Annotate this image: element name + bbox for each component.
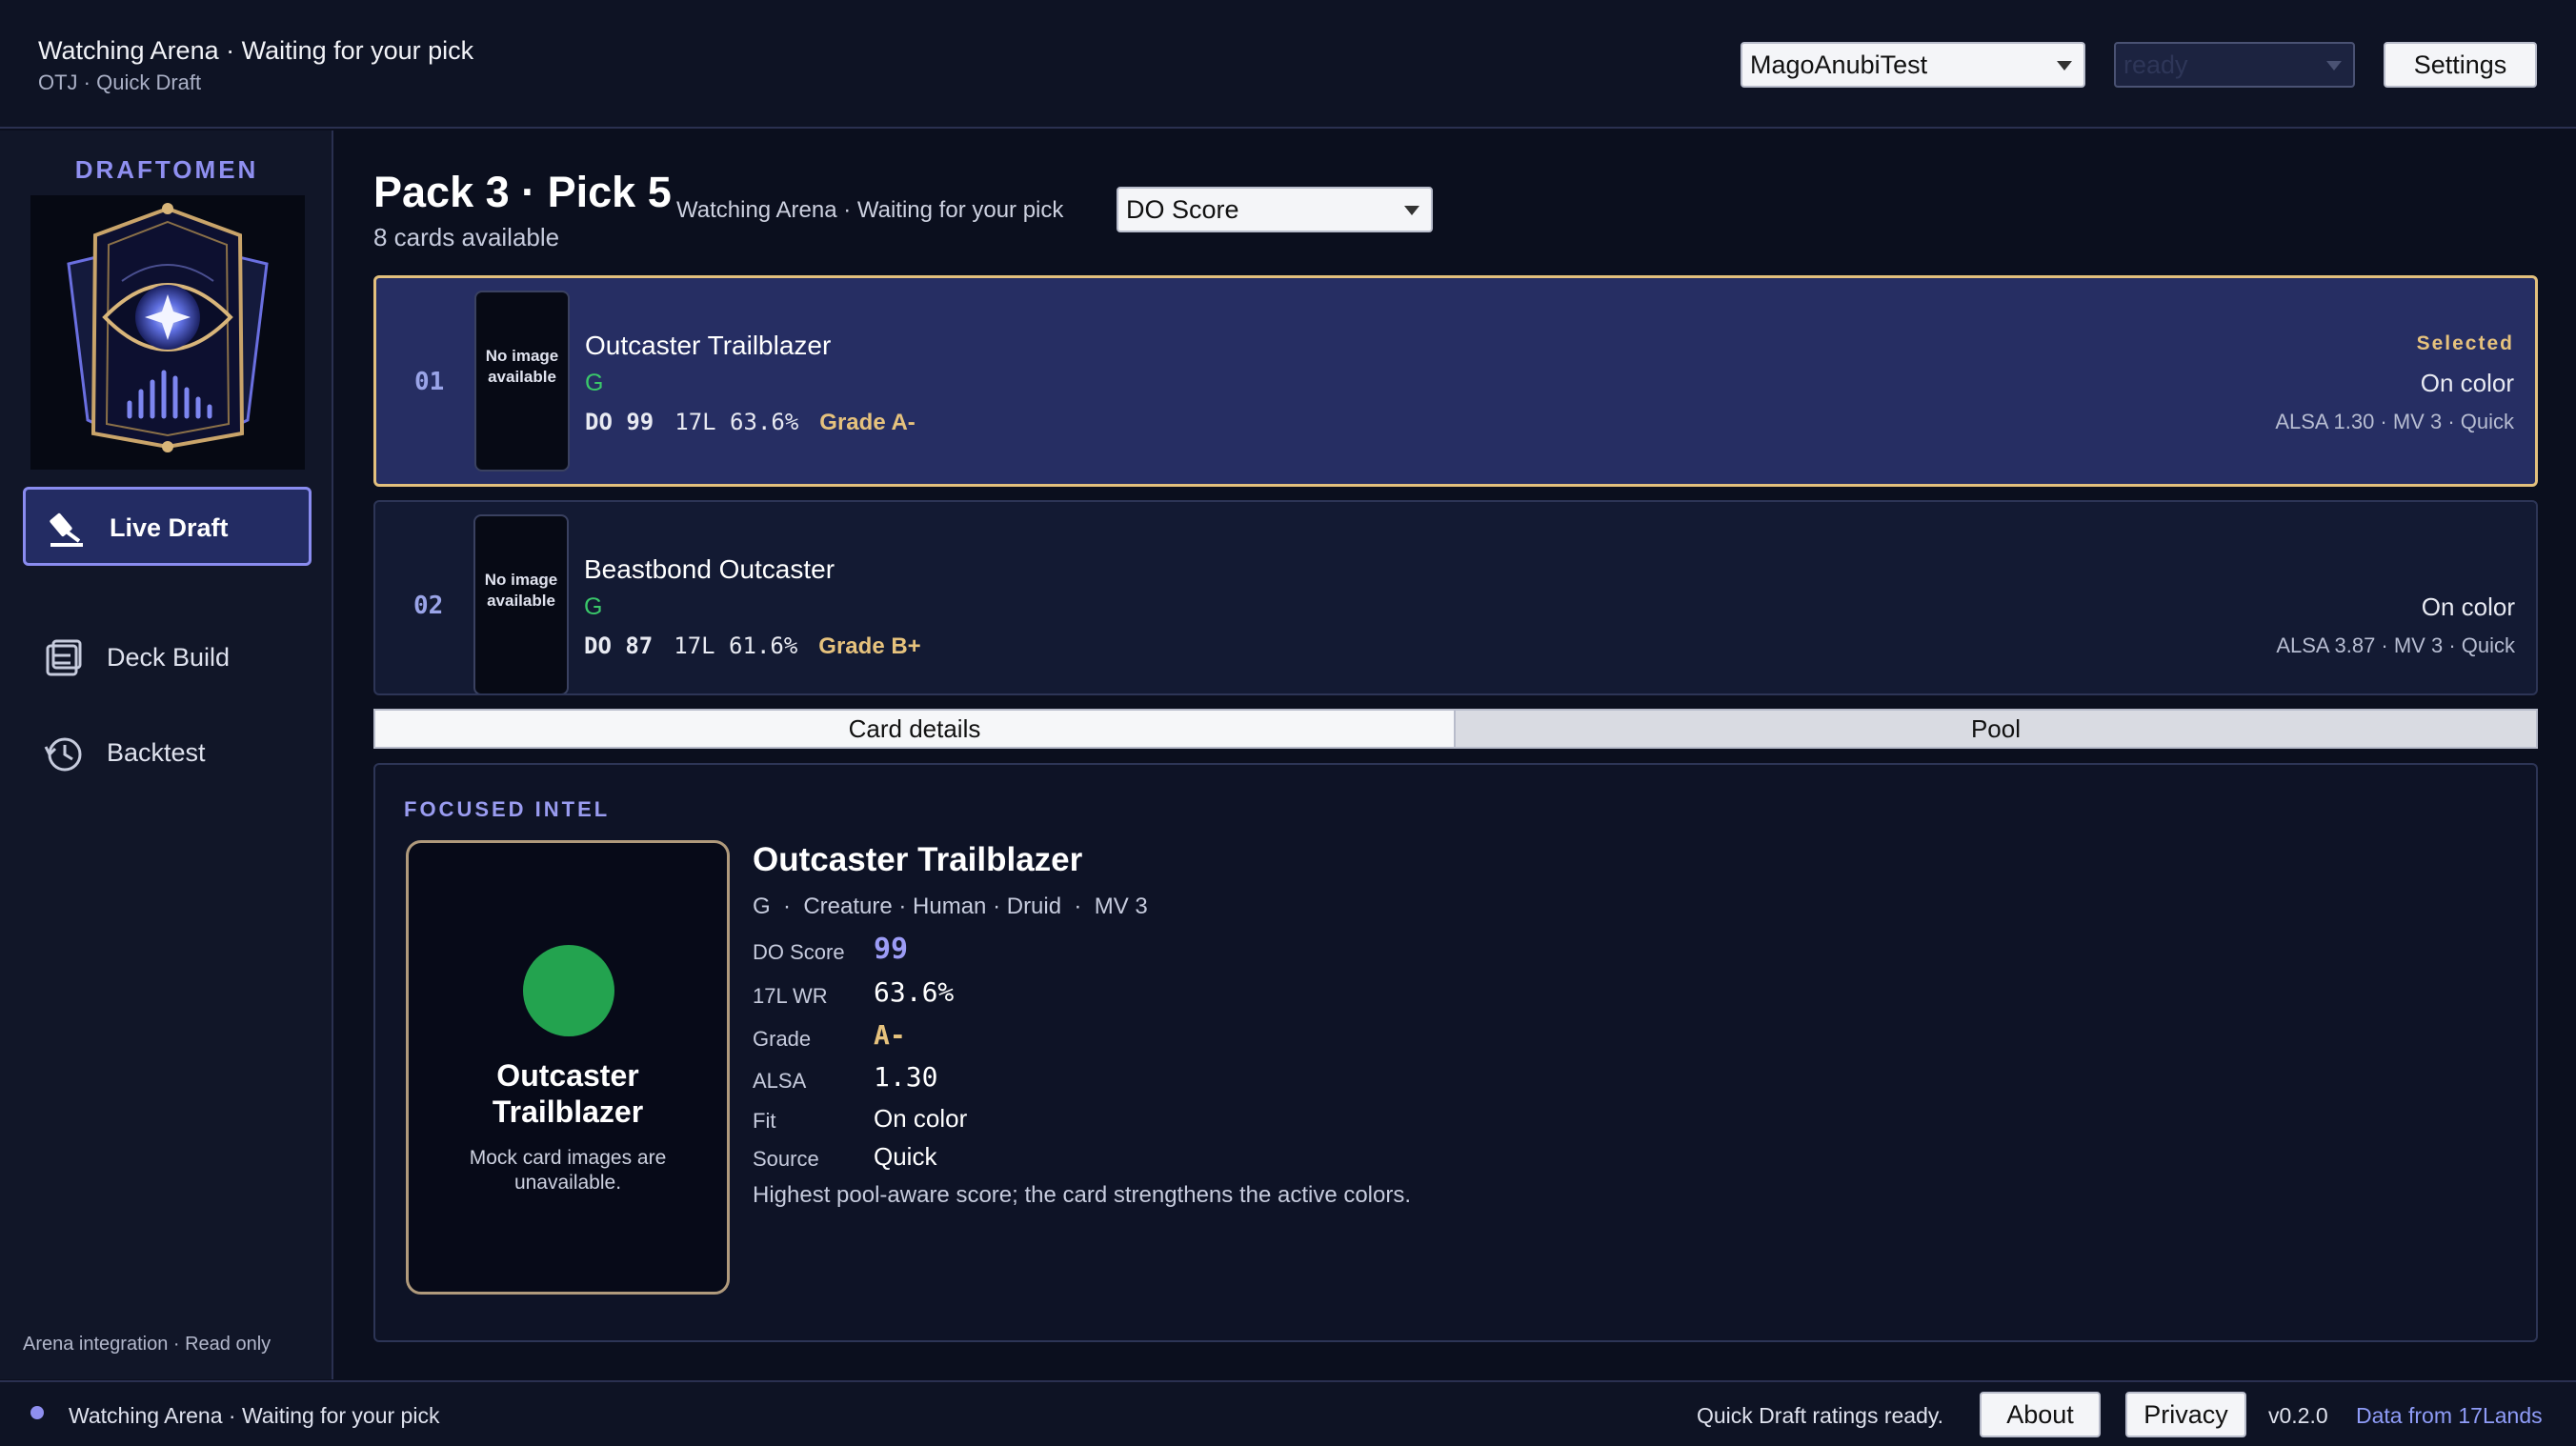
card-row[interactable]: 02 No image available Beastbond Outcaste… [373, 500, 2538, 695]
format-subtitle: OTJ · Quick Draft [38, 70, 202, 94]
version-label: v0.2.0 [2268, 1403, 2328, 1428]
pick-rank: 02 [413, 592, 444, 620]
status-dot-icon [30, 1406, 44, 1419]
card-name: Beastbond Outcaster [584, 554, 835, 584]
sort-select[interactable]: DO Score [1117, 187, 1433, 232]
sidebar-item-live-draft[interactable]: Live Draft [23, 487, 312, 566]
chevron-down-icon [1404, 206, 1419, 215]
pick-rank: 01 [414, 368, 445, 396]
draft-status-text: Watching Arena · Waiting for your pick [676, 197, 1064, 223]
card-preview-name: Outcaster Trailblazer [492, 1058, 644, 1129]
tab-pool[interactable]: Pool [1456, 709, 2538, 749]
sidebar-item-label: Live Draft [110, 513, 229, 542]
win-rate: 17L 61.6% [674, 633, 798, 659]
win-rate-value: 63.6% [874, 976, 955, 1008]
settings-button[interactable]: Settings [2384, 42, 2537, 88]
do-score: DO 87 [584, 633, 654, 659]
panel-heading: FOCUSED INTEL [404, 797, 611, 821]
chevron-down-icon [2326, 61, 2342, 70]
card-preview-note: Mock card images are unavailable. [469, 1147, 667, 1194]
sidebar-item-label: Deck Build [107, 643, 231, 672]
grade: Grade A- [819, 410, 916, 435]
account-select-value: MagoAnubiTest [1750, 50, 1928, 79]
win-rate-label: 17L WR [753, 984, 828, 1008]
focused-intel-panel: FOCUSED INTEL Outcaster Trailblazer Mock… [373, 763, 2538, 1342]
status-text: Watching Arena · Waiting for your pick [69, 1403, 440, 1428]
account-select[interactable]: MagoAnubiTest [1741, 42, 2085, 88]
about-button[interactable]: About [1980, 1392, 2101, 1437]
tab-card-details[interactable]: Card details [373, 709, 1456, 749]
card-meta: ALSA 3.87 · MV 3 · Quick [2276, 633, 2515, 657]
deck-icon [44, 638, 84, 678]
brand-name: DRAFTOMEN [74, 155, 259, 184]
card-stats: DO 87 17L 61.6% Grade B+ [584, 633, 921, 660]
ratings-status: Quick Draft ratings ready. [1697, 1403, 1944, 1428]
status-bar: Watching Arena · Waiting for your pick Q… [0, 1380, 2576, 1446]
alsa-value: 1.30 [874, 1061, 938, 1093]
intel-card-name: Outcaster Trailblazer [753, 841, 1083, 878]
status-select[interactable]: ready [2114, 42, 2355, 88]
sidebar: DRAFTOMEN Live Draft Deck Build Backtest… [0, 131, 333, 1379]
sidebar-item-label: Backtest [107, 738, 206, 767]
history-icon [44, 733, 84, 773]
cards-available-count: 8 cards available [373, 223, 560, 251]
status-select-value: ready [2123, 50, 2188, 79]
source-label: Source [753, 1147, 819, 1171]
do-score: DO 99 [585, 409, 654, 435]
card-preview: Outcaster Trailblazer Mock card images a… [406, 840, 730, 1295]
type-line: G · Creature · Human · Druid · MV 3 [753, 894, 1148, 919]
color-fit: On color [2420, 369, 2514, 397]
grade-label: Grade [753, 1027, 812, 1051]
card-color: G [584, 593, 603, 620]
top-bar: Watching Arena · Waiting for your pick O… [0, 0, 2576, 129]
data-source-link[interactable]: Data from 17Lands [2356, 1403, 2543, 1429]
card-color: G [585, 370, 604, 396]
top-status-text: Watching Arena · Waiting for your pick [38, 36, 474, 65]
win-rate: 17L 63.6% [674, 409, 799, 435]
green-mana-icon [523, 945, 614, 1036]
brand-logo [30, 195, 305, 470]
sidebar-item-deck-build[interactable]: Deck Build [23, 619, 312, 698]
source-value: Quick [874, 1142, 937, 1171]
grade-value: A- [874, 1019, 906, 1051]
privacy-button[interactable]: Privacy [2125, 1392, 2246, 1437]
fit-value: On color [874, 1104, 968, 1133]
card-meta: ALSA 1.30 · MV 3 · Quick [2275, 410, 2514, 433]
do-score-value: 99 [874, 933, 909, 966]
card-thumbnail: No image available [473, 514, 569, 693]
sort-select-value: DO Score [1126, 195, 1239, 224]
alsa-label: ALSA [753, 1069, 807, 1093]
card-row[interactable]: 01 No image available Outcaster Trailbla… [373, 275, 2538, 487]
gavel-icon [47, 509, 87, 549]
grade: Grade B+ [818, 633, 921, 659]
chevron-down-icon [2057, 61, 2072, 70]
do-score-label: DO Score [753, 940, 845, 964]
page-title: Pack 3 · Pick 5 [373, 168, 672, 216]
integration-note: Arena integration · Read only [23, 1334, 272, 1355]
eye-emblem-icon [67, 203, 269, 452]
card-thumbnail: No image available [474, 291, 570, 472]
fit-label: Fit [753, 1109, 776, 1133]
selected-badge: Selected [2416, 332, 2514, 354]
color-fit: On color [2421, 592, 2515, 621]
sidebar-item-backtest[interactable]: Backtest [23, 714, 312, 793]
card-name: Outcaster Trailblazer [585, 331, 832, 360]
pick-reason: Highest pool-aware score; the card stren… [753, 1182, 1412, 1208]
card-stats: DO 99 17L 63.6% Grade A- [585, 409, 916, 436]
